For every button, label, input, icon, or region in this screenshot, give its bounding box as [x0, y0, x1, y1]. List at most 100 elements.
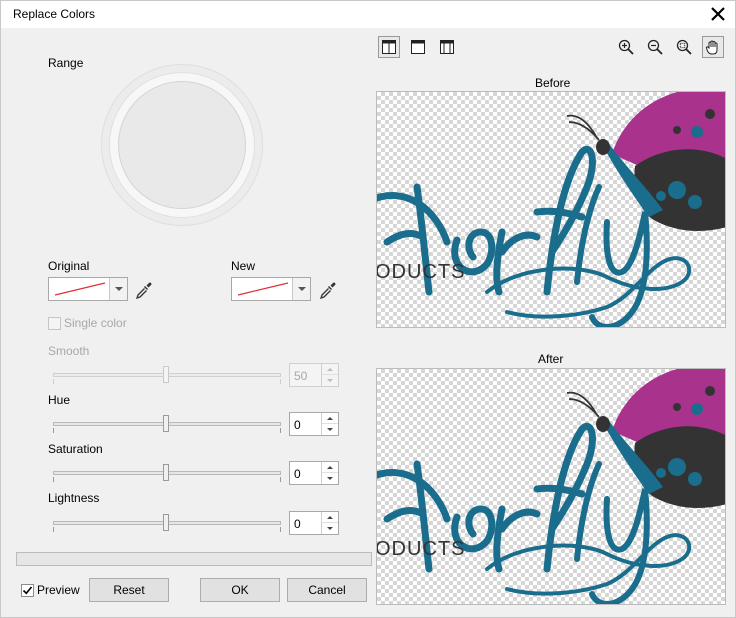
saturation-slider-thumb[interactable]: [163, 464, 169, 481]
spin-up-button[interactable]: [322, 413, 338, 424]
lightness-slider[interactable]: [53, 514, 281, 532]
spin-arrows: [321, 364, 338, 386]
original-color-swatch: [54, 282, 106, 296]
split-view-icon: [382, 40, 396, 54]
after-artwork: ODUCTS: [377, 369, 725, 604]
split-view-button[interactable]: [378, 36, 400, 58]
slider-tick: [280, 379, 281, 384]
single-color-label: Single color: [64, 316, 127, 330]
reset-button[interactable]: Reset: [89, 578, 169, 602]
zoom-fit-icon: [676, 39, 692, 55]
slider-tick: [53, 428, 54, 433]
spin-down-button[interactable]: [322, 523, 338, 534]
spin-up-button[interactable]: [322, 512, 338, 523]
arrow-down-icon: [327, 428, 333, 431]
preview-label: Preview: [37, 583, 80, 597]
arrow-down-icon: [327, 379, 333, 382]
slider-tick: [280, 428, 281, 433]
pan-button[interactable]: [702, 36, 724, 58]
hue-slider[interactable]: [53, 415, 281, 433]
zoom-in-icon: [618, 39, 634, 55]
hue-label: Hue: [48, 393, 71, 407]
replace-colors-dialog: Replace Colors Range Original New Single…: [0, 0, 736, 618]
slider-tick: [53, 477, 54, 482]
spin-arrows: [321, 413, 338, 435]
arrow-down-icon: [327, 527, 333, 530]
spin-down-button[interactable]: [322, 424, 338, 435]
before-label: Before: [535, 76, 571, 90]
original-color-picker[interactable]: [48, 277, 128, 301]
single-view-icon: [411, 40, 425, 54]
arrow-up-icon: [327, 416, 333, 420]
spin-up-button[interactable]: [322, 364, 338, 375]
zoom-out-icon: [647, 39, 663, 55]
spin-arrows: [321, 462, 338, 484]
slider-tick: [53, 527, 54, 532]
new-color-dropdown[interactable]: [292, 278, 310, 300]
lightness-label: Lightness: [48, 491, 100, 505]
close-icon: [711, 7, 725, 21]
new-color-swatch: [237, 282, 289, 296]
range-outer-ring: [109, 72, 255, 218]
hand-pan-icon: [705, 40, 718, 55]
hue-value: 0: [294, 418, 301, 432]
preview-checkbox[interactable]: [21, 584, 34, 597]
progress-bar: [16, 552, 372, 566]
smooth-slider[interactable]: [53, 366, 281, 384]
arrow-down-icon: [327, 477, 333, 480]
arrow-up-icon: [327, 465, 333, 469]
range-color-wheel[interactable]: [101, 64, 263, 226]
saturation-slider[interactable]: [53, 464, 281, 482]
after-preview[interactable]: ODUCTS: [376, 368, 726, 605]
slider-tick: [280, 477, 281, 482]
saturation-value: 0: [294, 467, 301, 481]
lightness-spinbox[interactable]: 0: [289, 511, 339, 535]
range-label: Range: [48, 56, 84, 70]
hue-slider-thumb[interactable]: [163, 415, 169, 432]
arrow-up-icon: [327, 515, 333, 519]
original-eyedropper-icon[interactable]: [135, 281, 153, 299]
spin-arrows: [321, 512, 338, 534]
full-view-icon: [440, 40, 454, 54]
original-color-dropdown[interactable]: [109, 278, 127, 300]
slider-tick: [280, 527, 281, 532]
smooth-label: Smooth: [48, 344, 90, 358]
range-inner-circle: [118, 81, 246, 209]
new-eyedropper-icon[interactable]: [319, 281, 337, 299]
spin-down-button[interactable]: [322, 375, 338, 386]
products-text: ODUCTS: [377, 261, 465, 283]
checkmark-icon: [22, 586, 33, 595]
smooth-value: 50: [294, 369, 308, 383]
chevron-down-icon: [297, 287, 306, 291]
saturation-spinbox[interactable]: 0: [289, 461, 339, 485]
products-text: ODUCTS: [377, 538, 465, 560]
new-label: New: [231, 259, 256, 273]
smooth-slider-thumb[interactable]: [163, 366, 169, 383]
single-view-button[interactable]: [407, 36, 429, 58]
lightness-value: 0: [294, 517, 301, 531]
saturation-label: Saturation: [48, 442, 103, 456]
new-color-picker[interactable]: [231, 277, 311, 301]
zoom-in-button[interactable]: [615, 36, 637, 58]
before-artwork: ODUCTS: [377, 92, 725, 327]
original-label: Original: [48, 259, 90, 273]
lightness-slider-thumb[interactable]: [163, 514, 169, 531]
spin-down-button[interactable]: [322, 473, 338, 484]
chevron-down-icon: [114, 287, 123, 291]
dialog-title: Replace Colors: [13, 7, 96, 21]
smooth-spinbox[interactable]: 50: [289, 363, 339, 387]
ok-button[interactable]: OK: [200, 578, 280, 602]
before-preview[interactable]: ODUCTS: [376, 91, 726, 328]
single-color-checkbox[interactable]: [48, 317, 61, 330]
full-view-button[interactable]: [436, 36, 458, 58]
slider-tick: [53, 379, 54, 384]
title-bar: Replace Colors: [1, 1, 735, 28]
zoom-out-button[interactable]: [644, 36, 666, 58]
arrow-up-icon: [327, 367, 333, 371]
zoom-fit-button[interactable]: [673, 36, 695, 58]
after-label: After: [538, 352, 564, 366]
close-button[interactable]: [701, 1, 735, 27]
hue-spinbox[interactable]: 0: [289, 412, 339, 436]
cancel-button[interactable]: Cancel: [287, 578, 367, 602]
spin-up-button[interactable]: [322, 462, 338, 473]
